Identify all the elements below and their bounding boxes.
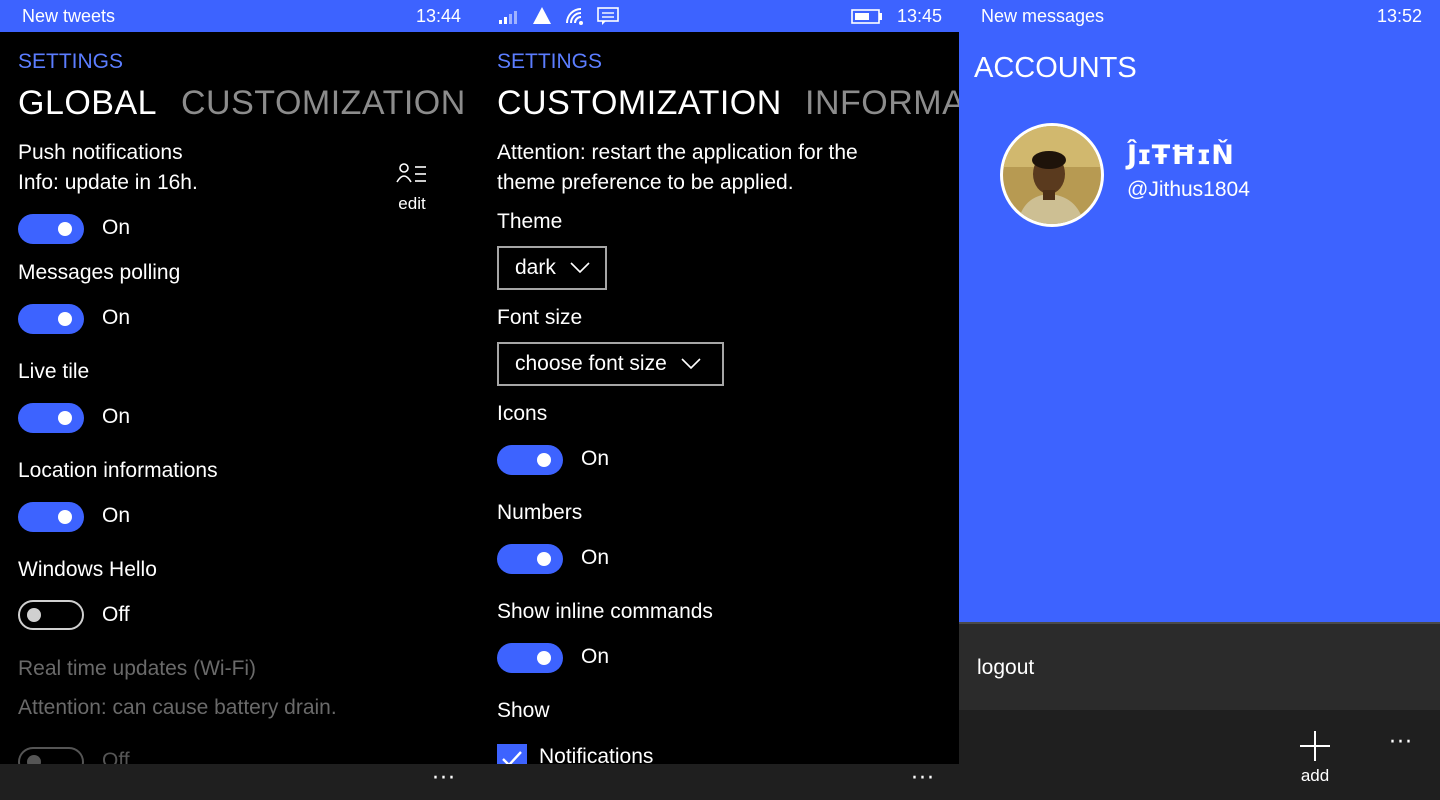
live-tile-toggle[interactable] [18,403,84,433]
icons-toggle[interactable] [497,445,563,475]
windows-hello-state: Off [102,603,130,626]
push-notifications-label: Push notifications [18,141,183,164]
status-time: 13:45 [897,6,943,26]
message-icon [597,7,619,25]
battery-icon [851,9,882,24]
account-handle: @Jithus1804 [1127,178,1250,201]
add-label: add [1300,766,1330,785]
theme-select-value: dark [515,256,556,279]
tab-customization[interactable]: CUSTOMIZATION [181,84,466,123]
tab-information[interactable]: INFORMA [805,84,959,123]
status-bar: New tweets 13:44 [0,0,480,32]
realtime-updates-note: Attention: can cause battery drain. [18,696,337,719]
realtime-updates-label: Real time updates (Wi-Fi) [18,657,257,680]
show-label: Show [497,699,550,722]
edit-label: edit [398,194,426,213]
font-size-label: Font size [497,306,583,329]
inline-commands-toggle[interactable] [497,643,563,673]
status-notification-text: New messages [981,6,1105,26]
pivot-title: SETTINGS [18,50,124,73]
push-info-text: Info: update in 16h. [18,171,198,194]
push-notifications-toggle[interactable] [18,214,84,244]
edit-button[interactable]: edit [388,160,436,222]
account-name: ĴɪŦĦɪŇ [1127,140,1234,171]
numbers-state: On [581,546,610,569]
wifi-icon [566,8,583,25]
font-size-select-value: choose font size [515,352,667,375]
edit-list-icon [396,163,426,183]
theme-label: Theme [497,210,563,233]
status-notification-text: New tweets [22,6,116,26]
messages-polling-toggle[interactable] [18,304,84,334]
icons-label: Icons [497,402,548,425]
accounts-background [959,0,1440,622]
more-button[interactable]: ··· [911,766,935,791]
tab-global[interactable]: GLOBAL [18,84,157,123]
status-time: 13:52 [1377,6,1423,26]
more-button[interactable]: ··· [432,766,456,791]
more-button[interactable]: ··· [1389,730,1413,755]
add-account-button[interactable]: add [1293,730,1337,790]
messages-polling-state: On [102,306,131,329]
live-tile-label: Live tile [18,360,90,383]
numbers-toggle[interactable] [497,544,563,574]
theme-select[interactable]: dark [497,246,607,290]
icons-state: On [581,447,610,470]
messages-polling-label: Messages polling [18,261,181,284]
status-bar: 13:45 [479,0,959,32]
chevron-down-icon [681,358,701,370]
command-bar: add ··· [959,710,1440,800]
avatar [1000,123,1104,227]
font-size-select[interactable]: choose font size [497,342,724,386]
account-item[interactable]: ĴɪŦĦɪŇ @Jithus1804 [999,122,1399,230]
inline-commands-state: On [581,645,610,668]
logout-menu: logout [959,622,1440,710]
logout-menu-item[interactable]: logout [977,656,1034,680]
windows-hello-toggle[interactable] [18,600,84,630]
location-label: Location informations [18,459,218,482]
settings-customization-panel: 13:45 SETTINGS CUSTOMIZATION INFORMA Att… [479,0,959,800]
status-bar: New messages 13:52 [959,0,1440,32]
live-tile-state: On [102,405,131,428]
roaming-icon [533,7,551,24]
location-toggle[interactable] [18,502,84,532]
chevron-down-icon [570,262,590,274]
attention-text-line1: Attention: restart the application for t… [497,141,858,164]
add-icon [1300,731,1330,761]
attention-text-line2: theme preference to be applied. [497,171,794,194]
location-state: On [102,504,131,527]
push-notifications-state: On [102,216,131,239]
app-bar: ··· [0,764,480,800]
windows-hello-label: Windows Hello [18,558,157,581]
inline-commands-label: Show inline commands [497,600,713,623]
settings-global-panel: New tweets 13:44 SETTINGS GLOBAL CUSTOMI… [0,0,480,800]
accounts-panel: New messages 13:52 ACCOUNTS ĴɪŦĦɪŇ @Jith… [959,0,1440,800]
pivot-title: SETTINGS [497,50,603,73]
tab-customization[interactable]: CUSTOMIZATION [497,84,782,123]
numbers-label: Numbers [497,501,583,524]
status-time: 13:44 [416,6,462,26]
app-bar: ··· [479,764,959,800]
accounts-title: ACCOUNTS [974,52,1137,84]
signal-strength-icon [499,11,517,24]
